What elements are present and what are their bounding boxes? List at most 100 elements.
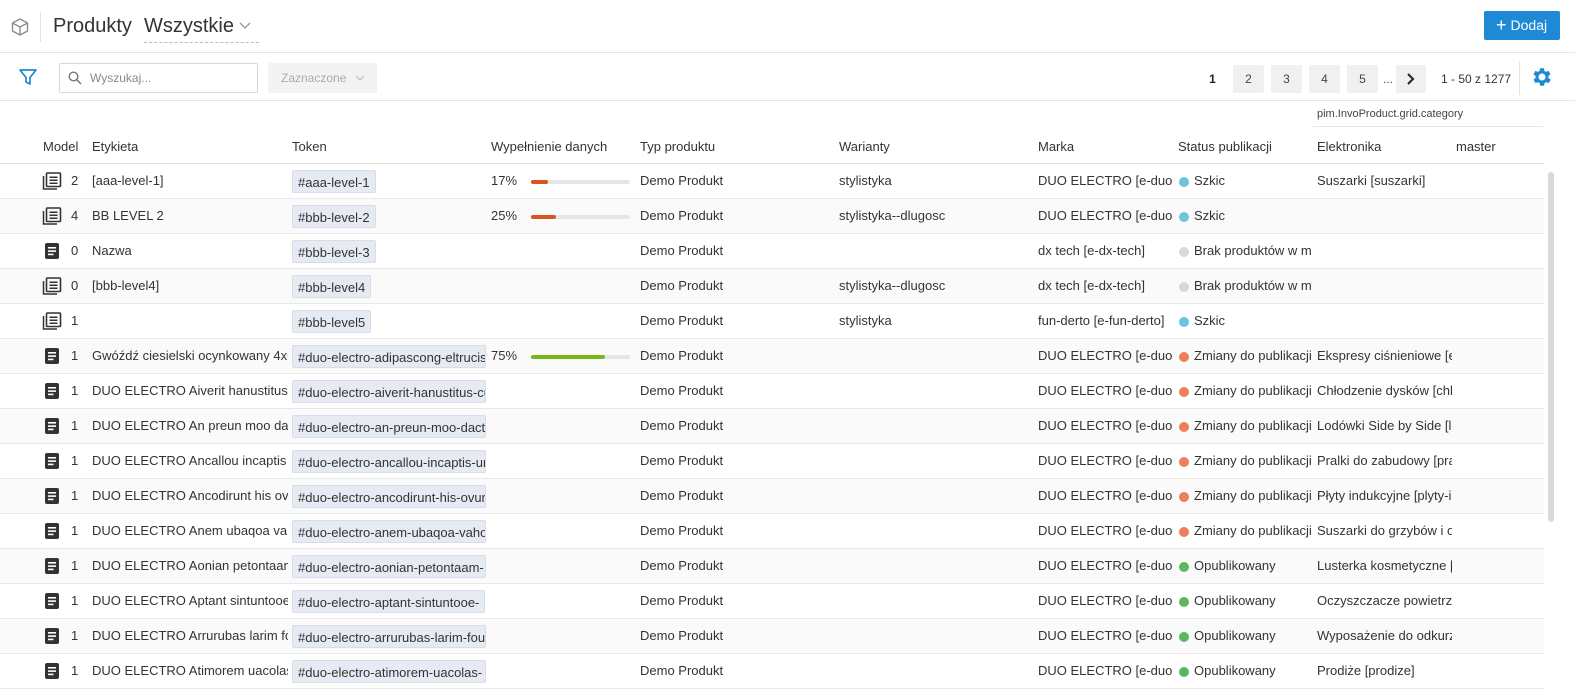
product-label[interactable]: DUO ELECTRO Anem ubaqoa vaho bbox=[92, 514, 288, 548]
model-count: 2 bbox=[71, 173, 79, 188]
product-token[interactable]: #duo-electro-an-preun-moo-dacti bbox=[292, 415, 486, 438]
column-header-status[interactable]: Status publikacji bbox=[1178, 139, 1272, 154]
product-token[interactable]: #duo-electro-arrurubas-larim-fou bbox=[292, 625, 486, 648]
table-row[interactable]: 1 DUO ELECTRO Aptant sintuntooe #duo-elect… bbox=[0, 584, 1544, 619]
product-token[interactable]: #bbb-level-2 bbox=[292, 205, 376, 228]
selected-actions-dropdown[interactable]: Zaznaczone bbox=[268, 63, 377, 93]
product-token[interactable]: #duo-electro-anem-ubaqoa-vaho bbox=[292, 520, 486, 543]
multi-document-icon bbox=[42, 172, 62, 190]
product-token[interactable]: #duo-electro-ancodirunt-his-ovum bbox=[292, 485, 486, 508]
product-token[interactable]: #bbb-level5 bbox=[292, 310, 372, 333]
view-selector[interactable]: Wszystkie bbox=[144, 15, 259, 43]
table-row[interactable]: 0 [bbb-level4] #bbb-level4 Demo Produkt styl… bbox=[0, 269, 1544, 304]
model-count: 0 bbox=[71, 278, 79, 293]
product-category: Oczyszczacze powietrza bbox=[1317, 593, 1452, 608]
product-brand: DUO ELECTRO [e-duo-electro] bbox=[1038, 453, 1173, 468]
product-variants bbox=[839, 409, 1029, 443]
table-row[interactable]: 1 DUO ELECTRO Atimorem uacolas #duo-electr… bbox=[0, 654, 1544, 689]
product-label[interactable]: BB LEVEL 2 bbox=[92, 199, 288, 233]
toolbar-divider bbox=[1519, 61, 1520, 95]
filter-icon[interactable] bbox=[18, 67, 38, 87]
table-row[interactable]: 0 Nazwa #bbb-level-3 Demo Produkt dx tech [e… bbox=[0, 234, 1544, 269]
product-label[interactable]: DUO ELECTRO Atimorem uacolas bbox=[92, 654, 288, 688]
product-token[interactable]: #duo-electro-aonian-petontaam- bbox=[292, 555, 486, 578]
table-row[interactable]: 2 [aaa-level-1] #aaa-level-1 17% Demo Produk… bbox=[0, 164, 1544, 199]
page-title: Produkty bbox=[53, 15, 132, 37]
vertical-scrollbar[interactable] bbox=[1548, 172, 1554, 522]
search-box[interactable] bbox=[59, 63, 258, 93]
table-row[interactable]: 1 DUO ELECTRO Ancallou incaptis um #duo-el… bbox=[0, 444, 1544, 479]
page-button-5[interactable]: 5 bbox=[1347, 65, 1378, 93]
table-row[interactable]: 4 BB LEVEL 2 #bbb-level-2 25% Demo Produkt st… bbox=[0, 199, 1544, 234]
product-label[interactable]: DUO ELECTRO Ancodirunt his ovum bbox=[92, 479, 288, 513]
product-label[interactable]: DUO ELECTRO An preun moo dacti bbox=[92, 409, 288, 443]
product-brand: DUO ELECTRO [e-duo-electro] bbox=[1038, 488, 1173, 503]
multi-document-icon bbox=[42, 207, 62, 225]
page-button-1[interactable]: 1 bbox=[1197, 65, 1228, 93]
table-row[interactable]: 1 Gwóźdź ciesielski ocynkowany 4x60 #duo-e… bbox=[0, 339, 1544, 374]
product-category bbox=[1317, 269, 1452, 303]
add-product-button[interactable]: + Dodaj bbox=[1484, 11, 1560, 40]
model-count: 1 bbox=[71, 663, 79, 678]
search-input[interactable] bbox=[90, 69, 250, 87]
product-token[interactable]: #bbb-level-3 bbox=[292, 240, 376, 263]
column-header-fill[interactable]: Wypełnienie danych bbox=[491, 139, 607, 154]
document-icon bbox=[42, 592, 62, 610]
column-header-category[interactable]: Elektronika bbox=[1317, 139, 1381, 154]
product-label[interactable]: Gwóźdź ciesielski ocynkowany 4x60 bbox=[92, 339, 288, 373]
product-category: Suszarki do grzybów i owoców bbox=[1317, 523, 1452, 538]
selected-label: Zaznaczone bbox=[281, 71, 347, 85]
product-token[interactable]: #duo-electro-ancallou-incaptis-um bbox=[292, 450, 486, 473]
page-button-4[interactable]: 4 bbox=[1309, 65, 1340, 93]
product-type: Demo Produkt bbox=[640, 453, 724, 468]
product-label[interactable]: DUO ELECTRO Ancallou incaptis um bbox=[92, 444, 288, 478]
status-dot bbox=[1179, 177, 1189, 187]
category-group-divider bbox=[1313, 126, 1543, 127]
product-token[interactable]: #aaa-level-1 bbox=[292, 170, 376, 193]
table-row[interactable]: 1 DUO ELECTRO Ancodirunt his ovum #duo-ele… bbox=[0, 479, 1544, 514]
product-token[interactable]: #duo-electro-aiverit-hanustitus-cum bbox=[292, 380, 486, 403]
fill-percentage: 75% bbox=[491, 348, 518, 363]
product-brand: fun-derto [e-fun-derto] bbox=[1038, 313, 1165, 328]
table-row[interactable]: 1 DUO ELECTRO An preun moo dacti #duo-elec… bbox=[0, 409, 1544, 444]
table-row[interactable]: 1 DUO ELECTRO Aiverit hanustitus cum#duo-… bbox=[0, 374, 1544, 409]
product-variants bbox=[839, 619, 1029, 653]
product-type: Demo Produkt bbox=[640, 418, 724, 433]
column-header-type[interactable]: Typ produktu bbox=[640, 139, 715, 154]
product-label[interactable]: DUO ELECTRO Aonian petontaam bbox=[92, 549, 288, 583]
product-token[interactable]: #duo-electro-adipascong-eltrucis bbox=[292, 345, 486, 368]
status-dot bbox=[1179, 667, 1189, 677]
product-brand: DUO ELECTRO [e-duo-electro] bbox=[1038, 208, 1173, 223]
status-dot bbox=[1179, 562, 1189, 572]
column-header-token[interactable]: Token bbox=[292, 139, 327, 154]
product-label[interactable]: DUO ELECTRO Aptant sintuntooe bbox=[92, 584, 288, 618]
header-divider bbox=[40, 12, 41, 42]
product-label[interactable]: Nazwa bbox=[92, 234, 288, 268]
product-token[interactable]: #duo-electro-aptant-sintuntooe- bbox=[292, 590, 486, 613]
multi-document-icon bbox=[42, 277, 62, 295]
product-label[interactable]: DUO ELECTRO Aiverit hanustitus cum bbox=[92, 374, 288, 408]
fill-progress-bar bbox=[531, 215, 556, 219]
table-row[interactable]: 1 DUO ELECTRO Anem ubaqoa vaho #duo-electr… bbox=[0, 514, 1544, 549]
product-token[interactable]: #bbb-level4 bbox=[292, 275, 372, 298]
column-header-master[interactable]: master bbox=[1456, 139, 1496, 154]
table-row[interactable]: 1 #bbb-level5 Demo Produkt stylistyka fun-de… bbox=[0, 304, 1544, 339]
gear-icon[interactable] bbox=[1529, 65, 1553, 89]
product-label[interactable]: DUO ELECTRO Arrurubas larim fou bbox=[92, 619, 288, 653]
product-label[interactable]: [aaa-level-1] bbox=[92, 164, 288, 198]
next-page-button[interactable] bbox=[1396, 65, 1426, 93]
product-token[interactable]: #duo-electro-atimorem-uacolas- bbox=[292, 660, 486, 683]
column-header-label[interactable]: Etykieta bbox=[92, 139, 138, 154]
page-button-2[interactable]: 2 bbox=[1233, 65, 1264, 93]
column-header-model[interactable]: Model bbox=[43, 139, 78, 154]
document-icon bbox=[42, 452, 62, 470]
page-button-3[interactable]: 3 bbox=[1271, 65, 1302, 93]
product-category: Suszarki [suszarki] bbox=[1317, 173, 1426, 188]
table-row[interactable]: 1 DUO ELECTRO Arrurubas larim fou #duo-ele… bbox=[0, 619, 1544, 654]
product-label[interactable]: [bbb-level4] bbox=[92, 269, 288, 303]
product-label[interactable] bbox=[92, 304, 288, 338]
product-type: Demo Produkt bbox=[640, 278, 724, 293]
table-row[interactable]: 1 DUO ELECTRO Aonian petontaam #duo-electr… bbox=[0, 549, 1544, 584]
column-header-brand[interactable]: Marka bbox=[1038, 139, 1074, 154]
column-header-variants[interactable]: Warianty bbox=[839, 139, 890, 154]
